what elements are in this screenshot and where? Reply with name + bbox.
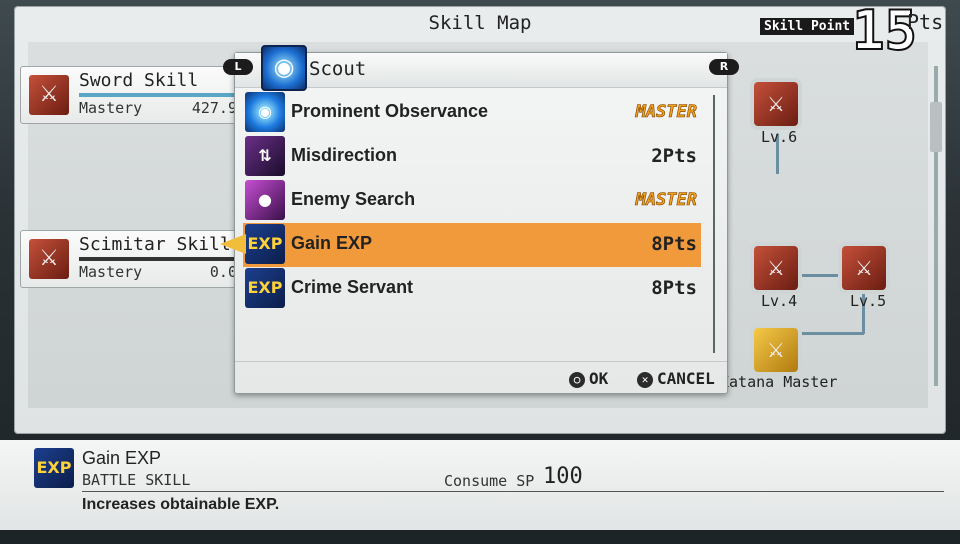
skill-card-sword[interactable]: ⚔ Sword Skill Mastery 427.9 <box>20 66 244 124</box>
skill-row-value: 2Pts <box>651 145 697 167</box>
skill-row-value: 8Pts <box>651 277 697 299</box>
skill-node-lv6-label: Lv.6 <box>761 128 798 146</box>
popup-scrollbar[interactable] <box>713 95 715 353</box>
info-description: Increases obtainable EXP. <box>82 496 280 513</box>
cross-button-icon: ✕ <box>637 372 653 388</box>
selection-arrow-icon <box>220 234 246 254</box>
skill-node-katana-master-label: Katana Master <box>720 373 838 391</box>
skill-point-label: Skill Point <box>760 18 855 35</box>
popup-header: L ◉ Scout R <box>223 45 739 91</box>
skill-row-crime-servant[interactable]: EXP Crime Servant 8Pts <box>243 267 701 311</box>
popup-category-title: Scout <box>309 58 367 80</box>
skill-node-lv4-label: Lv.4 <box>761 292 798 310</box>
mastery-value: 0.0 <box>209 263 237 281</box>
exp-pt-icon: EXP <box>245 268 285 308</box>
skill-row-value: MASTER <box>635 102 697 123</box>
skill-row-value: 8Pts <box>651 233 697 255</box>
popup-footer: ○ OK ✕ CANCEL <box>235 361 727 394</box>
mastery-label: Mastery <box>79 263 143 281</box>
mastery-label: Mastery <box>79 99 143 117</box>
mastery-bar <box>79 93 239 97</box>
skill-row-value: MASTER <box>635 190 697 211</box>
eye-icon: ◉ <box>245 92 285 132</box>
l-shoulder-button[interactable]: L <box>223 59 253 75</box>
skill-row-name: Crime Servant <box>291 277 414 297</box>
misdirection-icon: ⇅ <box>245 136 285 176</box>
cancel-label: CANCEL <box>657 369 715 388</box>
exp-icon: EXP <box>245 224 285 264</box>
eye-icon: ◉ <box>261 45 307 91</box>
skill-row-gain-exp[interactable]: EXP Gain EXP 8Pts <box>243 223 701 267</box>
skill-row-name: Enemy Search <box>291 189 416 209</box>
sword-icon: ⚔ <box>29 75 69 115</box>
ok-button[interactable]: ○ OK <box>569 369 608 388</box>
skill-row-misdirection[interactable]: ⇅ Misdirection 2Pts <box>243 135 701 179</box>
skill-point-unit: Pts <box>907 10 944 34</box>
consume-sp-value: 100 <box>543 464 583 489</box>
mastery-value: 427.9 <box>191 99 237 117</box>
skill-node-lv6[interactable]: ⚔ <box>754 82 798 126</box>
info-skill-name: Gain EXP <box>82 448 162 468</box>
skill-node-katana-master[interactable]: ⚔ <box>754 328 798 372</box>
circle-button-icon: ○ <box>569 372 585 388</box>
skill-node-lv5[interactable]: ⚔ <box>842 246 886 290</box>
info-skill-type: BATTLE SKILL <box>82 471 191 489</box>
info-divider <box>82 491 944 492</box>
skill-card-scimitar[interactable]: ⚔ Scimitar Skill Mastery 0.0 <box>20 230 244 288</box>
skill-info-panel: EXP Gain EXP BATTLE SKILL Consume SP 100… <box>0 440 960 530</box>
skill-card-name: Scimitar Skill <box>79 234 231 255</box>
skill-card-name: Sword Skill <box>79 70 199 91</box>
skill-select-popup: L ◉ Scout R ◉ Prominent Observance MASTE… <box>223 45 739 394</box>
skill-list: ◉ Prominent Observance MASTER ⇅ Misdirec… <box>243 91 713 311</box>
enemy-search-icon: ● <box>245 180 285 220</box>
skill-node-lv4[interactable]: ⚔ <box>754 246 798 290</box>
mastery-bar <box>79 257 239 261</box>
cancel-button[interactable]: ✕ CANCEL <box>637 369 715 388</box>
r-shoulder-button[interactable]: R <box>709 59 739 75</box>
skill-row-enemy-search[interactable]: ● Enemy Search MASTER <box>243 179 701 223</box>
consume-sp-label: Consume SP <box>444 472 535 490</box>
scimitar-icon: ⚔ <box>29 239 69 279</box>
skill-row-prominent-observance[interactable]: ◉ Prominent Observance MASTER <box>243 91 701 135</box>
skill-row-name: Prominent Observance <box>291 101 489 121</box>
skill-row-name: Misdirection <box>291 145 398 165</box>
skill-row-name: Gain EXP <box>291 233 373 253</box>
map-scrollbar-thumb[interactable] <box>930 102 942 152</box>
skill-node-lv5-label: Lv.5 <box>850 292 887 310</box>
ok-label: OK <box>589 369 609 388</box>
exp-icon: EXP <box>34 448 74 488</box>
